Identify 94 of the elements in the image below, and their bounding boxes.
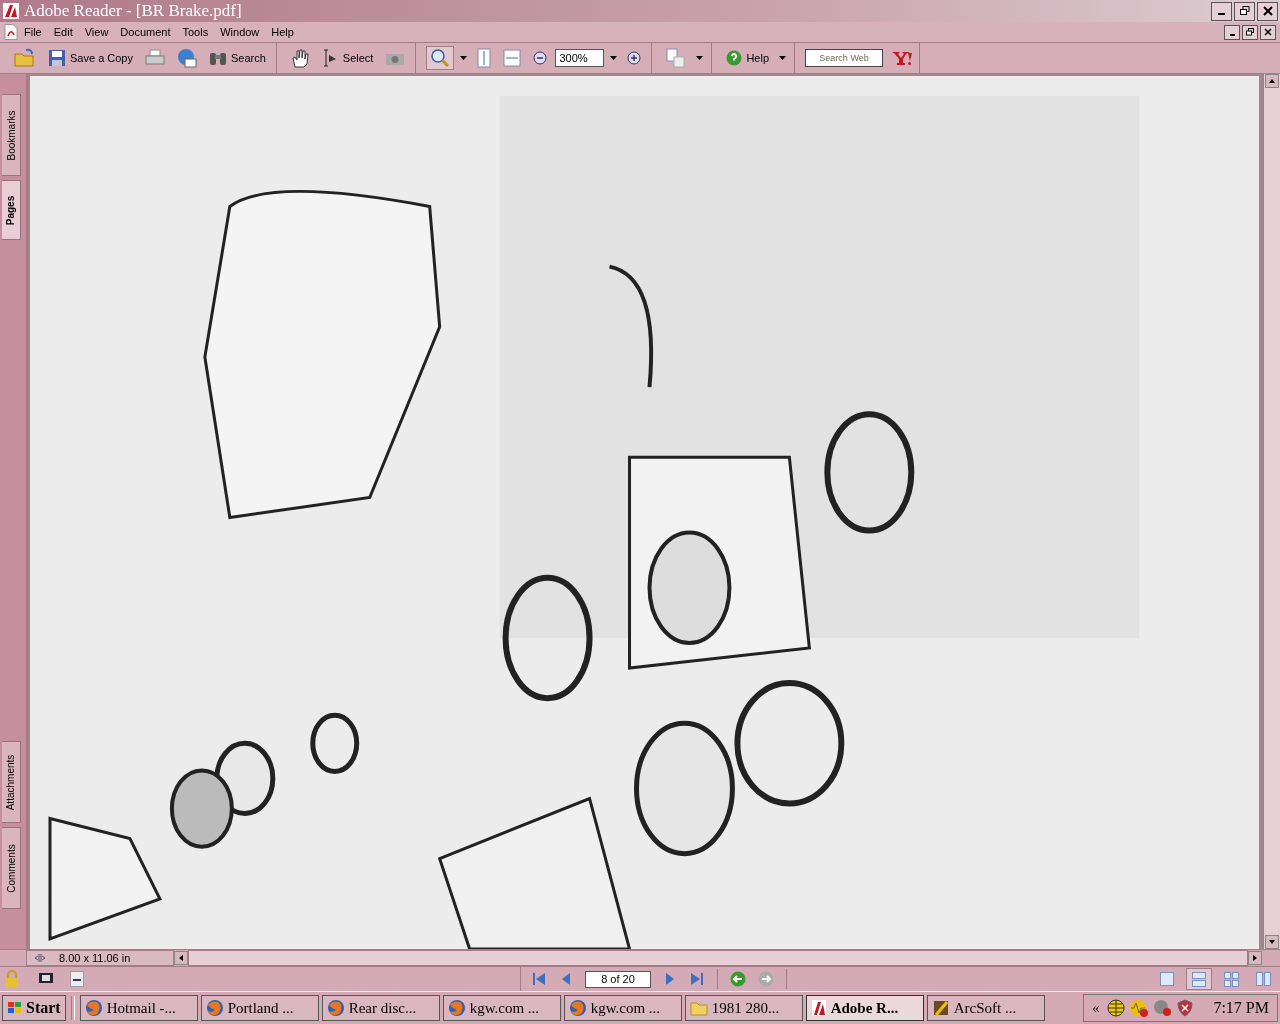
split-handle-icon[interactable] bbox=[35, 953, 45, 963]
pencil-icon bbox=[931, 999, 950, 1017]
yahoo-logo-icon[interactable] bbox=[891, 50, 914, 66]
close-button[interactable] bbox=[1260, 24, 1276, 40]
taskbar-button[interactable]: Hotmail -... bbox=[79, 995, 198, 1021]
start-button[interactable]: Start bbox=[2, 995, 66, 1021]
save-copy-button[interactable]: Save a Copy bbox=[44, 46, 137, 70]
scroll-left-icon[interactable] bbox=[174, 951, 188, 965]
close-button[interactable] bbox=[1257, 1, 1278, 21]
page-size-text: 8.00 x 11.06 in bbox=[59, 952, 131, 964]
browser-icon bbox=[326, 999, 345, 1017]
restore-icon bbox=[1239, 6, 1250, 16]
taskbar-button[interactable]: ArcSoft ... bbox=[926, 995, 1045, 1021]
scroll-right-icon[interactable] bbox=[1248, 951, 1262, 965]
folder-icon bbox=[689, 1000, 708, 1016]
restore-button[interactable] bbox=[1242, 24, 1258, 40]
back-icon[interactable] bbox=[730, 971, 746, 987]
single-page-icon bbox=[1159, 971, 1175, 987]
zoom-field[interactable]: 300% bbox=[555, 49, 605, 67]
menu-item[interactable]: View bbox=[80, 26, 115, 38]
monitor-icon[interactable] bbox=[38, 972, 54, 986]
forward-icon[interactable] bbox=[758, 971, 774, 987]
side-panel-tab[interactable]: Bookmarks bbox=[2, 94, 21, 176]
web-search-field[interactable]: Search Web bbox=[805, 49, 884, 67]
restore-icon bbox=[1246, 28, 1254, 36]
hand-icon bbox=[290, 48, 309, 68]
menu-item[interactable]: Document bbox=[116, 26, 177, 38]
search-button[interactable]: Search bbox=[205, 46, 270, 70]
app-logo-icon bbox=[2, 2, 20, 20]
menu-item[interactable]: Window bbox=[216, 26, 266, 38]
pages-icon bbox=[666, 48, 687, 68]
select-tool-button[interactable]: Select bbox=[316, 46, 378, 70]
menu-item[interactable]: Edit bbox=[49, 26, 79, 38]
minus-icon bbox=[533, 51, 548, 65]
minimize-button[interactable] bbox=[1211, 1, 1232, 21]
taskbar-button[interactable]: kgw.com ... bbox=[442, 995, 561, 1021]
help-icon bbox=[726, 50, 743, 66]
side-panel-tab[interactable]: Attachments bbox=[2, 741, 21, 823]
caret-icon[interactable] bbox=[779, 56, 787, 60]
first-page-icon[interactable] bbox=[531, 971, 547, 987]
zoom-tool-button[interactable] bbox=[426, 46, 455, 70]
panel-icon[interactable] bbox=[70, 971, 84, 987]
help-button[interactable]: Help bbox=[722, 46, 774, 70]
minimize-button[interactable] bbox=[1224, 24, 1240, 40]
clock: 7:17 PM bbox=[1213, 999, 1269, 1017]
taskbar-button[interactable]: Portland ... bbox=[200, 995, 319, 1021]
menu-item[interactable]: Help bbox=[267, 26, 300, 38]
menu-item[interactable]: File bbox=[20, 26, 48, 38]
shield-icon[interactable] bbox=[1177, 999, 1194, 1017]
caret-icon[interactable] bbox=[460, 56, 468, 60]
plus-icon bbox=[627, 51, 642, 65]
side-panel-tab[interactable]: Pages bbox=[2, 180, 21, 240]
printer-icon bbox=[145, 49, 165, 67]
magnifier-icon bbox=[430, 48, 451, 68]
tray-expand-button[interactable]: « bbox=[1091, 999, 1100, 1017]
caret-icon[interactable] bbox=[610, 56, 618, 60]
scroll-down-icon[interactable] bbox=[1265, 935, 1279, 949]
folder-icon bbox=[14, 48, 36, 68]
pdf-document-icon bbox=[4, 24, 18, 40]
browser-icon bbox=[447, 999, 466, 1017]
taskbar-button[interactable]: Adobe R... bbox=[805, 995, 924, 1021]
browser-icon bbox=[568, 999, 587, 1017]
close-icon bbox=[1262, 6, 1273, 16]
last-page-icon[interactable] bbox=[689, 971, 705, 987]
globe-icon[interactable] bbox=[1107, 999, 1126, 1017]
menu-item[interactable]: Tools bbox=[178, 26, 215, 38]
page-height-icon bbox=[477, 48, 492, 68]
page-width-icon bbox=[503, 49, 522, 67]
page-number-field[interactable]: 8 of 20 bbox=[585, 970, 651, 988]
scroll-up-icon[interactable] bbox=[1265, 74, 1279, 88]
restore-button[interactable] bbox=[1234, 1, 1255, 21]
facing-pages-icon bbox=[1255, 971, 1271, 987]
minimize-icon bbox=[1229, 33, 1235, 36]
page-layout-button[interactable] bbox=[1186, 968, 1212, 990]
taskbar-button[interactable]: Rear disc... bbox=[321, 995, 440, 1021]
minimize-icon bbox=[1218, 13, 1225, 15]
side-panel-tab[interactable]: Comments bbox=[2, 827, 21, 909]
globe-mail-icon bbox=[177, 48, 197, 68]
app-logo-icon bbox=[810, 999, 827, 1017]
windows-flag-icon bbox=[7, 1001, 23, 1015]
caret-icon[interactable] bbox=[696, 56, 704, 60]
signal-warning-icon[interactable] bbox=[1129, 999, 1150, 1017]
grid-pages-icon bbox=[1223, 971, 1239, 987]
browser-icon bbox=[205, 999, 224, 1017]
speaker-muted-icon[interactable] bbox=[1153, 999, 1174, 1017]
binoculars-icon bbox=[209, 50, 227, 66]
close-icon bbox=[1264, 28, 1272, 36]
taskbar-button[interactable]: 1981 280... bbox=[684, 995, 803, 1021]
vertical-scrollbar[interactable] bbox=[1263, 74, 1280, 949]
browser-icon bbox=[84, 999, 103, 1017]
taskbar-button[interactable]: kgw.com ... bbox=[563, 995, 682, 1021]
window-title: Adobe Reader - [BR Brake.pdf] bbox=[24, 1, 242, 21]
continuous-pages-icon bbox=[1191, 971, 1207, 987]
horizontal-scrollbar[interactable] bbox=[188, 950, 1248, 966]
